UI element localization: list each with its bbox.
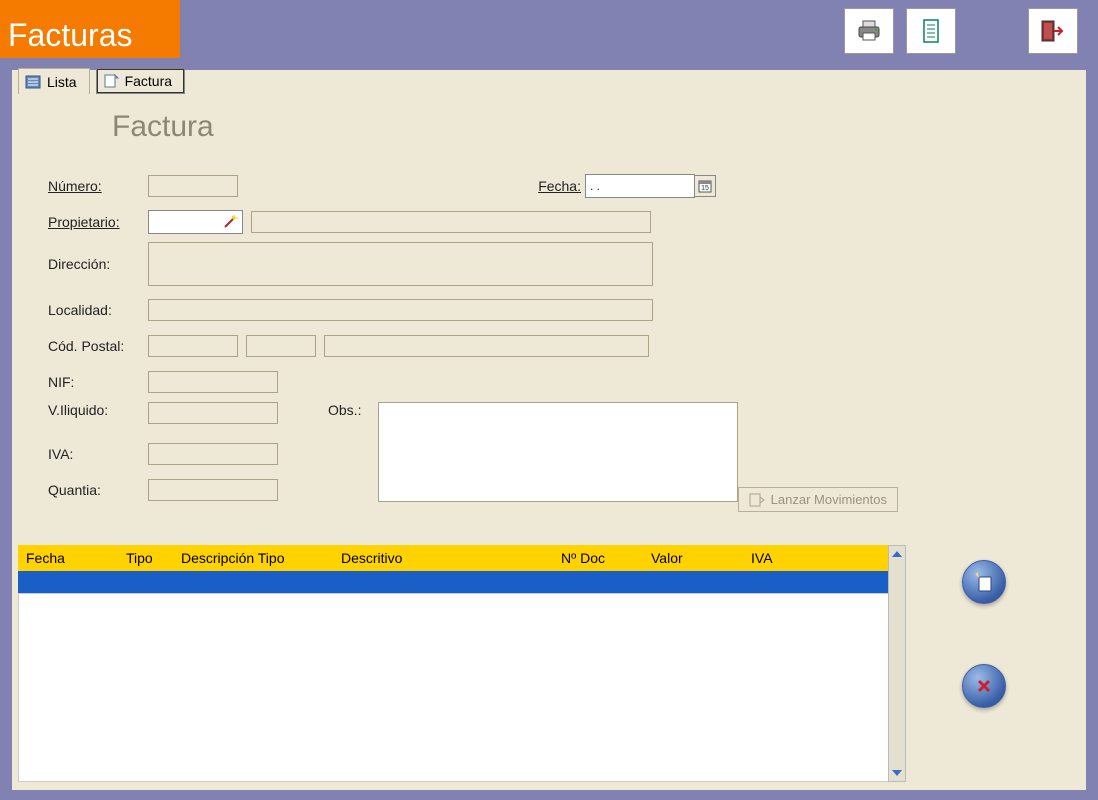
localidad-label: Localidad: xyxy=(48,302,148,318)
app-title: Facturas xyxy=(0,0,180,58)
numero-field[interactable] xyxy=(148,175,238,197)
direccion-field[interactable] xyxy=(148,242,653,286)
app-header: Facturas xyxy=(0,0,1098,70)
lanzar-label: Lanzar Movimientos xyxy=(771,492,887,507)
chevron-down-icon xyxy=(892,770,902,776)
tab-lista[interactable]: Lista xyxy=(18,68,90,94)
cod-postal-field-1[interactable] xyxy=(148,335,238,357)
lanzar-movimientos-button[interactable]: Lanzar Movimientos xyxy=(738,487,898,512)
quantia-label: Quantia: xyxy=(48,482,148,498)
col-desc-tipo[interactable]: Descripción Tipo xyxy=(181,550,341,566)
vertical-scrollbar[interactable] xyxy=(888,545,906,782)
obs-label: Obs.: xyxy=(328,402,378,418)
calendar-button[interactable]: 15 xyxy=(694,175,716,197)
fecha-field[interactable]: . . xyxy=(585,174,695,198)
tab-factura-label: Factura xyxy=(125,73,172,89)
scroll-up-button[interactable] xyxy=(889,546,905,562)
section-title: Factura xyxy=(112,110,214,144)
col-iva[interactable]: IVA xyxy=(751,550,831,566)
grid-header: Fecha Tipo Descripción Tipo Descritivo N… xyxy=(18,545,906,571)
side-action-buttons xyxy=(962,560,1006,708)
col-tipo[interactable]: Tipo xyxy=(126,550,181,566)
col-valor[interactable]: Valor xyxy=(651,550,751,566)
tab-lista-label: Lista xyxy=(47,74,77,90)
localidad-field[interactable] xyxy=(148,299,653,321)
iva-field[interactable] xyxy=(148,443,278,465)
movements-icon xyxy=(749,493,765,507)
delete-row-button[interactable] xyxy=(962,664,1006,708)
nif-label: NIF: xyxy=(48,374,148,390)
col-descritivo[interactable]: Descritivo xyxy=(341,550,561,566)
fecha-label: Fecha: xyxy=(538,178,581,194)
tab-bar: Lista Factura xyxy=(18,68,185,94)
print-button[interactable] xyxy=(844,8,894,54)
wand-icon xyxy=(222,214,238,230)
calendar-icon: 15 xyxy=(698,179,712,193)
direccion-label: Dirección: xyxy=(48,256,148,272)
document-icon xyxy=(921,19,941,43)
svg-text:15: 15 xyxy=(701,185,709,192)
form-area: Número: Fecha: . . 15 Propietario: xyxy=(48,170,906,510)
col-ndoc[interactable]: Nº Doc xyxy=(561,550,651,566)
tab-factura[interactable]: Factura xyxy=(96,68,185,94)
quantia-field[interactable] xyxy=(148,479,278,501)
iva-label: IVA: xyxy=(48,446,148,462)
propietario-name-field[interactable] xyxy=(251,211,651,233)
scroll-down-button[interactable] xyxy=(889,765,905,781)
exit-button[interactable] xyxy=(1028,8,1078,54)
delete-icon xyxy=(975,677,993,695)
printer-icon xyxy=(857,20,881,42)
fecha-value: . . xyxy=(590,179,600,193)
grid-area: Fecha Tipo Descripción Tipo Descritivo N… xyxy=(18,545,906,782)
lookup-button[interactable] xyxy=(220,212,240,232)
nif-field[interactable] xyxy=(148,371,278,393)
vliquido-field[interactable] xyxy=(148,402,278,424)
cod-postal-label: Cód. Postal: xyxy=(48,338,148,354)
page-icon xyxy=(103,74,119,88)
exit-icon xyxy=(1040,19,1066,43)
numero-label: Número: xyxy=(48,178,148,194)
list-icon xyxy=(25,75,41,89)
vliquido-label: V.Iliquido: xyxy=(48,402,148,418)
grid-selected-row[interactable] xyxy=(18,571,906,593)
cod-postal-city-field[interactable] xyxy=(324,335,649,357)
new-item-icon xyxy=(973,571,995,593)
obs-field[interactable] xyxy=(378,402,738,502)
main-panel: Lista Factura Factura Número: Fecha: . .… xyxy=(12,70,1086,790)
header-toolbar xyxy=(844,8,1078,54)
document-button[interactable] xyxy=(906,8,956,54)
propietario-label: Propietario: xyxy=(48,214,148,230)
cod-postal-field-2[interactable] xyxy=(246,335,316,357)
col-fecha[interactable]: Fecha xyxy=(26,550,126,566)
propietario-lookup[interactable] xyxy=(148,210,243,234)
add-row-button[interactable] xyxy=(962,560,1006,604)
chevron-up-icon xyxy=(892,551,902,557)
grid-body[interactable] xyxy=(18,593,906,782)
